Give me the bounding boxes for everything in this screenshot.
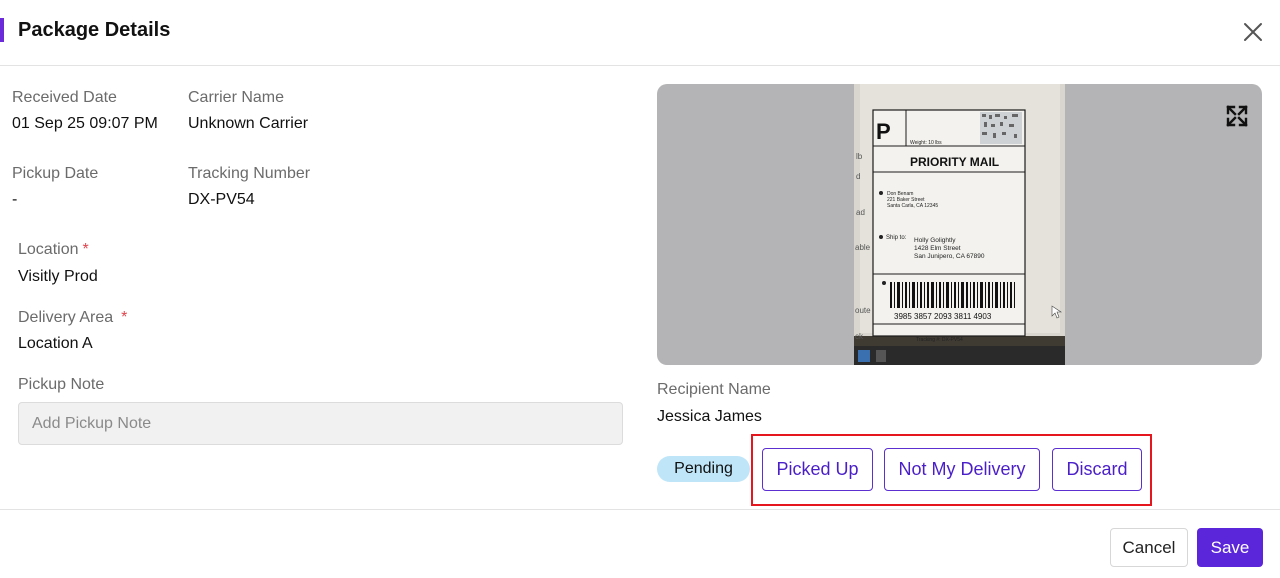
label-weight: Weight: 10 lbs: [910, 140, 942, 146]
picked-up-button[interactable]: Picked Up: [762, 448, 873, 491]
location-label: Location *: [18, 241, 89, 259]
received-date-label: Received Date: [12, 89, 117, 106]
tracking-number-value: DX-PV54: [188, 191, 255, 208]
not-my-delivery-button[interactable]: Not My Delivery: [884, 448, 1040, 491]
modal-header: Package Details: [0, 0, 1280, 66]
label-to-city: San Junipero, CA 67890: [914, 253, 985, 260]
delivery-area-label: Delivery Area *: [18, 309, 127, 327]
svg-text:lb: lb: [856, 152, 863, 161]
label-barcode-number: 3985 3857 2093 3811 4903: [894, 312, 992, 321]
delivery-area-label-text: Delivery Area: [18, 309, 114, 326]
pickup-note-input[interactable]: [18, 402, 623, 445]
close-icon[interactable]: [1240, 19, 1266, 45]
recipient-name-value: Jessica James: [657, 408, 762, 425]
delivery-area-required-mark: *: [121, 309, 128, 326]
page-title: Package Details: [18, 19, 171, 41]
label-ship-to: Ship to:: [886, 235, 907, 241]
received-date-value: 01 Sep 25 09:07 PM: [12, 115, 158, 132]
carrier-name-label: Carrier Name: [188, 89, 285, 106]
label-to-name: Holly Golightly: [914, 237, 956, 244]
svg-text:oute: oute: [855, 306, 871, 315]
carrier-name-value: Unknown Carrier: [188, 115, 309, 132]
label-from-city: Santa Carla, CA 12345: [887, 203, 938, 209]
package-image-panel: lb d ad able oute ck P Weight: 10 lbs PR…: [657, 84, 1262, 365]
recipient-name-label: Recipient Name: [657, 381, 771, 398]
location-required-mark: *: [82, 241, 89, 258]
save-button[interactable]: Save: [1197, 528, 1263, 567]
label-service: PRIORITY MAIL: [910, 155, 999, 169]
pickup-date-value: -: [12, 191, 18, 208]
discard-button[interactable]: Discard: [1052, 448, 1142, 491]
label-mail-class-letter: P: [876, 119, 891, 144]
svg-text:ad: ad: [856, 208, 865, 217]
svg-text:ck: ck: [855, 332, 864, 341]
pickup-note-label: Pickup Note: [18, 376, 105, 393]
footer-divider: [0, 509, 1280, 510]
cancel-button[interactable]: Cancel: [1110, 528, 1188, 567]
label-tracking-line: Tracking #: DX-PV54: [916, 337, 963, 343]
svg-text:d: d: [856, 172, 860, 181]
pickup-date-label: Pickup Date: [12, 165, 99, 182]
status-badge: Pending: [657, 456, 750, 482]
label-to-street: 1428 Elm Street: [914, 245, 961, 252]
header-accent-bar: [0, 18, 4, 42]
location-value: Visitly Prod: [18, 268, 98, 285]
svg-text:able: able: [855, 243, 871, 252]
package-label-photo[interactable]: lb d ad able oute ck P Weight: 10 lbs PR…: [854, 84, 1065, 365]
location-label-text: Location: [18, 241, 79, 258]
delivery-area-value: Location A: [18, 335, 93, 352]
expand-icon[interactable]: [1225, 104, 1249, 128]
tracking-number-label: Tracking Number: [188, 165, 311, 182]
